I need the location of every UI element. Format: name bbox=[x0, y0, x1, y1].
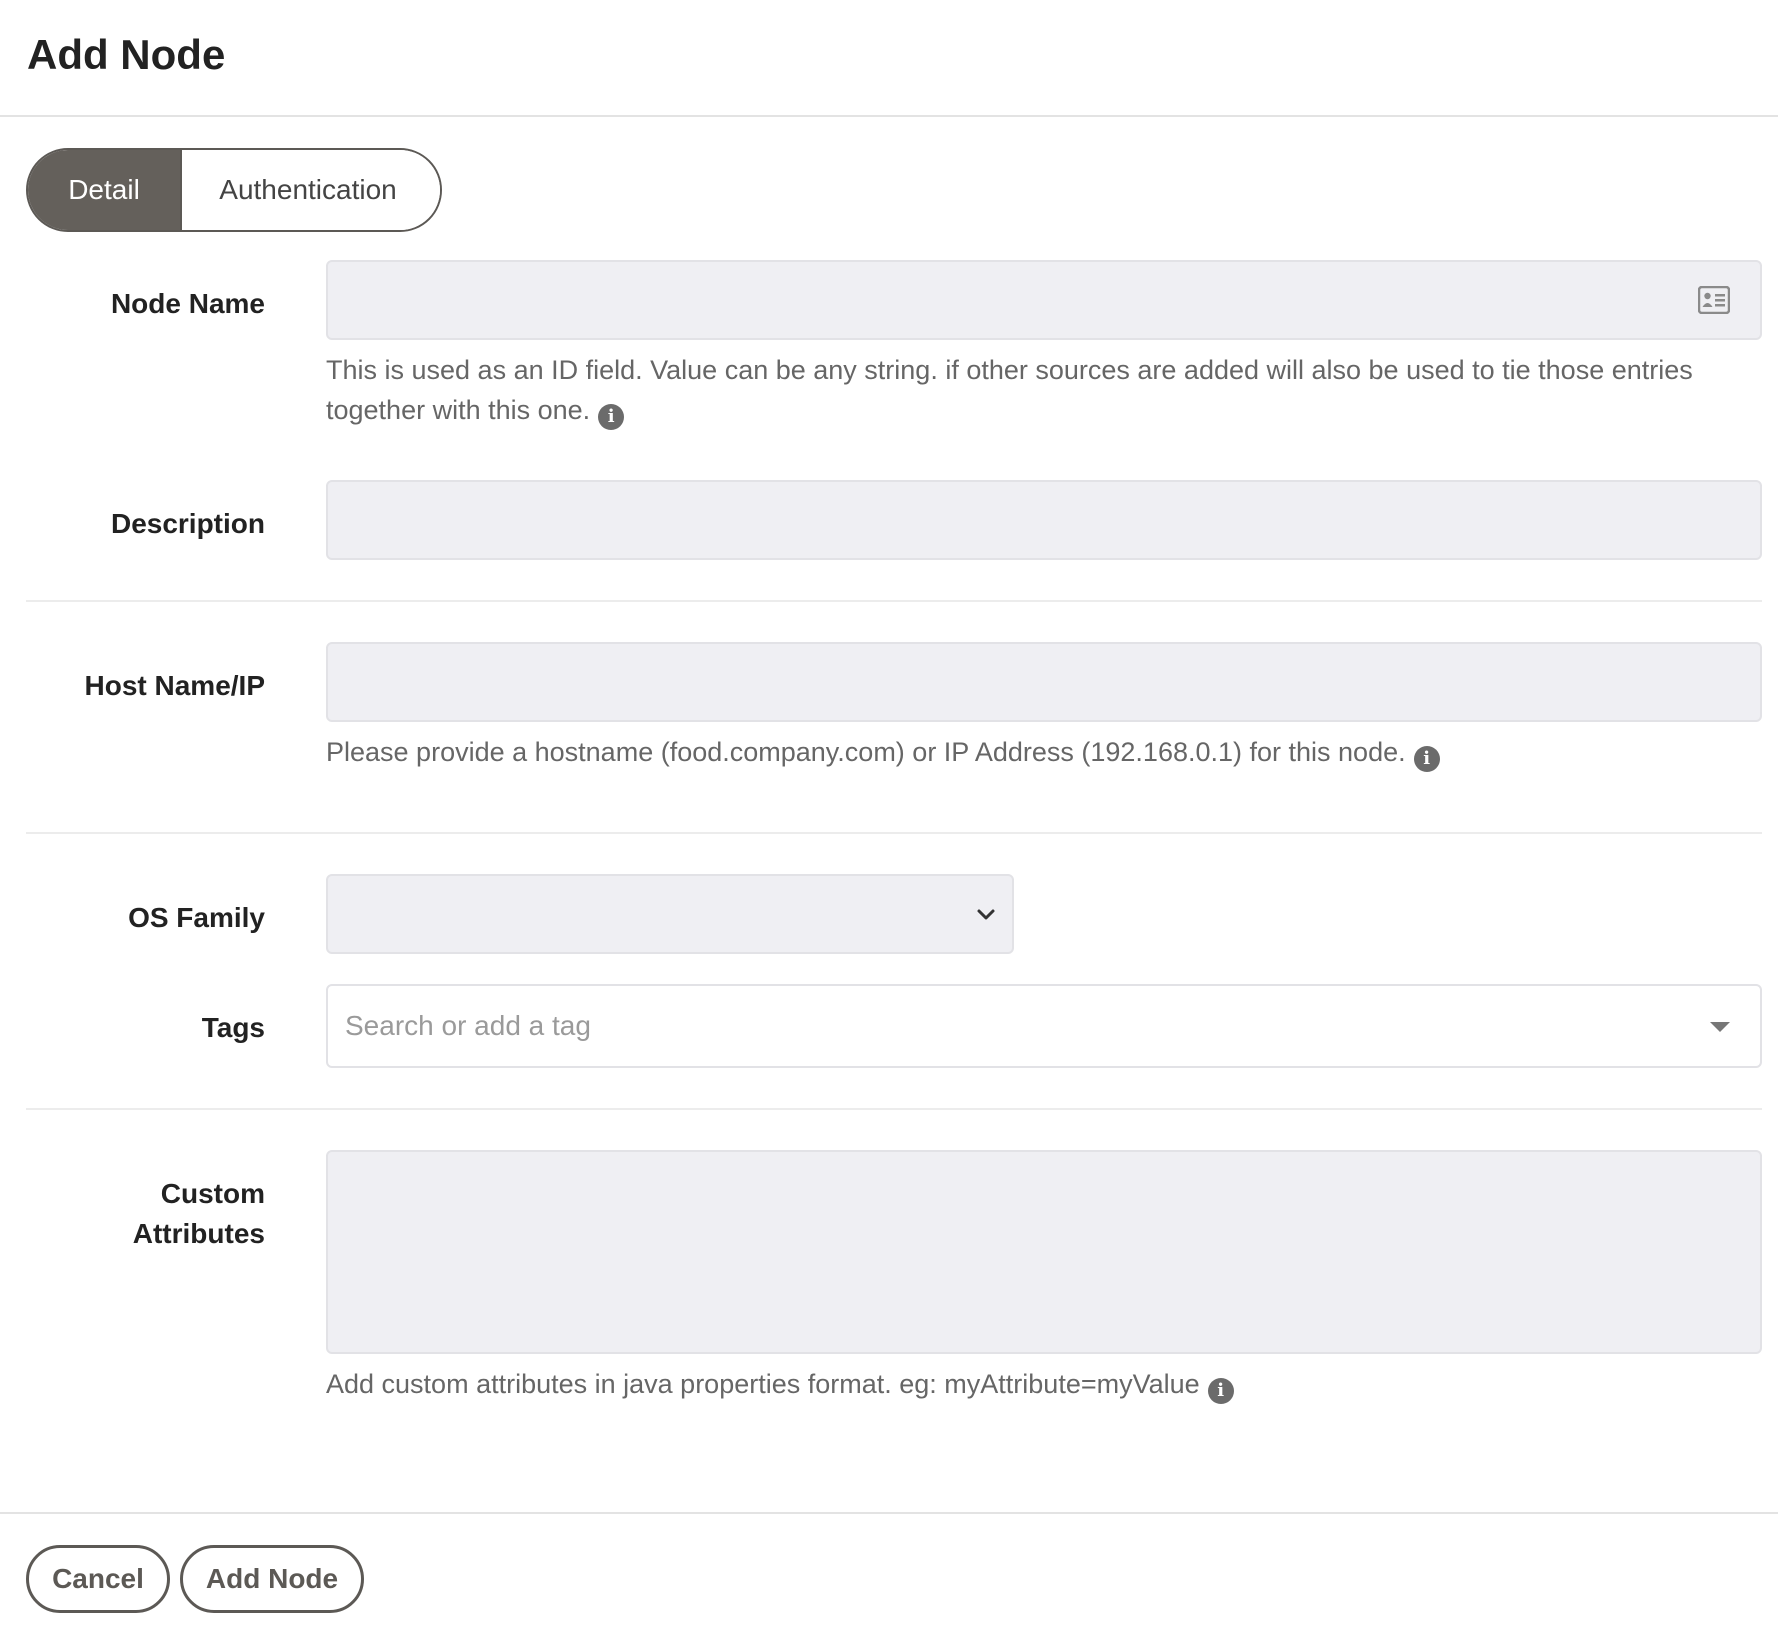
add-node-button[interactable]: Add Node bbox=[180, 1545, 364, 1613]
add-node-modal: Add Node Detail Authentication Node Name… bbox=[0, 0, 1778, 1630]
custom-attributes-label-line2: Attributes bbox=[132, 1218, 265, 1249]
caret-down-icon[interactable] bbox=[1710, 1022, 1730, 1032]
custom-attributes-textarea[interactable] bbox=[326, 1150, 1762, 1354]
host-name-help: Please provide a hostname (food.company.… bbox=[326, 732, 1766, 772]
info-icon[interactable]: i bbox=[1207, 1378, 1234, 1404]
host-name-label: Host Name/IP bbox=[84, 670, 266, 701]
tab-detail[interactable]: Detail bbox=[28, 150, 182, 230]
tags-placeholder: Search or add a tag bbox=[345, 1010, 591, 1041]
modal-header: Add Node bbox=[0, 0, 1778, 117]
os-family-label: OS Family bbox=[128, 902, 265, 933]
section-divider bbox=[26, 832, 1762, 834]
page-title: Add Node bbox=[27, 31, 226, 78]
node-name-help: This is used as an ID field. Value can b… bbox=[326, 350, 1766, 430]
section-divider bbox=[26, 600, 1762, 602]
node-name-label: Node Name bbox=[110, 288, 265, 319]
id-card-icon bbox=[1698, 286, 1730, 314]
node-name-input[interactable] bbox=[326, 260, 1762, 340]
custom-attributes-label-line1: Custom bbox=[160, 1178, 265, 1209]
modal-footer: Cancel Add Node bbox=[0, 1512, 1778, 1630]
tab-authentication[interactable]: Authentication bbox=[182, 150, 440, 230]
tab-group: Detail Authentication bbox=[26, 148, 442, 232]
tags-label: Tags bbox=[201, 1012, 265, 1043]
custom-attributes-help-text: Add custom attributes in java properties… bbox=[326, 1369, 1200, 1399]
description-label: Description bbox=[110, 508, 265, 539]
custom-attributes-help: Add custom attributes in java properties… bbox=[326, 1364, 1766, 1404]
info-icon[interactable]: i bbox=[1413, 746, 1440, 772]
host-name-help-text: Please provide a hostname (food.company.… bbox=[326, 737, 1406, 767]
node-name-help-text: This is used as an ID field. Value can b… bbox=[326, 355, 1693, 425]
os-family-select[interactable] bbox=[326, 874, 1014, 954]
chevron-down-icon bbox=[977, 909, 995, 920]
cancel-button[interactable]: Cancel bbox=[26, 1545, 170, 1613]
description-input[interactable] bbox=[326, 480, 1762, 560]
custom-attributes-label: Custom Attributes bbox=[25, 1174, 265, 1254]
host-name-input[interactable] bbox=[326, 642, 1762, 722]
tags-input[interactable]: Search or add a tag bbox=[326, 984, 1762, 1068]
info-icon[interactable]: i bbox=[598, 404, 625, 430]
section-divider bbox=[26, 1108, 1762, 1110]
